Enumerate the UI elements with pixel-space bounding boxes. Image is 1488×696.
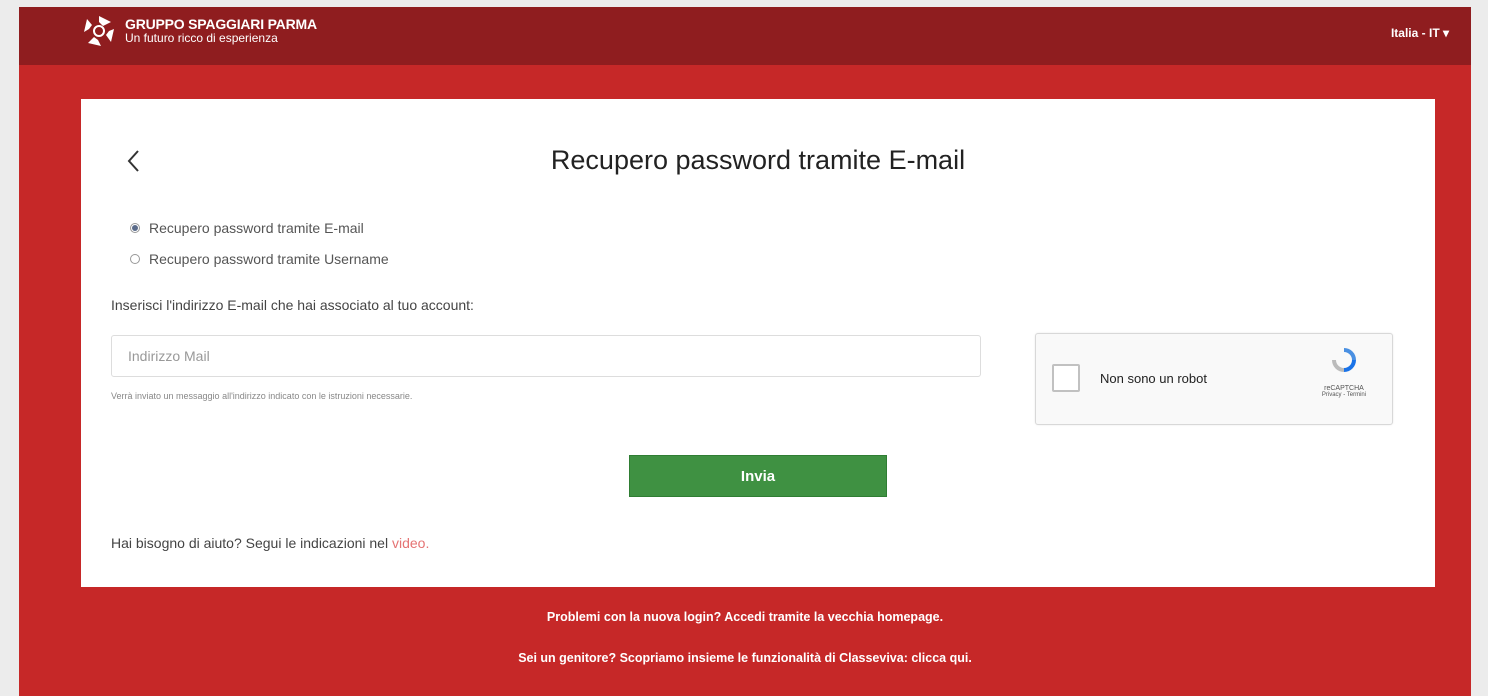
- page-title: Recupero password tramite E-mail: [550, 145, 966, 175]
- video-link[interactable]: video.: [392, 535, 429, 551]
- logo-title: GRUPPO SPAGGIARI PARMA: [125, 15, 317, 32]
- parent-info-link[interactable]: Sei un genitore? Scopriamo insieme le fu…: [19, 651, 1471, 665]
- language-selector[interactable]: Italia - IT ▾: [1391, 26, 1449, 40]
- recovery-card: Recupero password tramite E-mail Recuper…: [81, 99, 1435, 587]
- old-homepage-link[interactable]: Problemi con la nuova login? Accedi tram…: [19, 610, 1471, 624]
- email-input[interactable]: [111, 335, 981, 377]
- instruction-text: Inserisci l'indirizzo E-mail che hai ass…: [111, 297, 474, 313]
- recaptcha-links[interactable]: Privacy - Termini: [1304, 392, 1384, 398]
- page: GRUPPO SPAGGIARI PARMA Un futuro ricco d…: [19, 7, 1471, 696]
- recaptcha-checkbox[interactable]: [1052, 364, 1080, 392]
- recaptcha-label: Non sono un robot: [1100, 371, 1207, 386]
- radio-username-label: Recupero password tramite Username: [149, 251, 389, 267]
- help-prefix: Hai bisogno di aiuto? Segui le indicazio…: [111, 535, 392, 551]
- radio-username-option[interactable]: Recupero password tramite Username: [130, 251, 389, 267]
- submit-button[interactable]: Invia: [629, 455, 887, 497]
- header-bar: GRUPPO SPAGGIARI PARMA Un futuro ricco d…: [19, 7, 1471, 65]
- spaggiari-logo-icon: [84, 16, 114, 46]
- radio-email-option[interactable]: Recupero password tramite E-mail: [130, 220, 364, 236]
- recaptcha-widget: Non sono un robot reCAPTCHA Privacy - Te…: [1035, 333, 1393, 425]
- logo[interactable]: GRUPPO SPAGGIARI PARMA Un futuro ricco d…: [81, 13, 317, 49]
- radio-button-unchecked[interactable]: [130, 254, 140, 264]
- helper-text: Verrà inviato un messaggio all'indirizzo…: [111, 391, 413, 401]
- radio-button-checked[interactable]: [130, 223, 140, 233]
- recaptcha-icon: [1332, 348, 1356, 372]
- logo-subtitle: Un futuro ricco di esperienza: [125, 31, 278, 46]
- radio-email-label: Recupero password tramite E-mail: [149, 220, 364, 236]
- recaptcha-logo: reCAPTCHA Privacy - Termini: [1304, 344, 1384, 398]
- help-text: Hai bisogno di aiuto? Segui le indicazio…: [111, 535, 429, 551]
- recaptcha-brand: reCAPTCHA: [1324, 385, 1364, 392]
